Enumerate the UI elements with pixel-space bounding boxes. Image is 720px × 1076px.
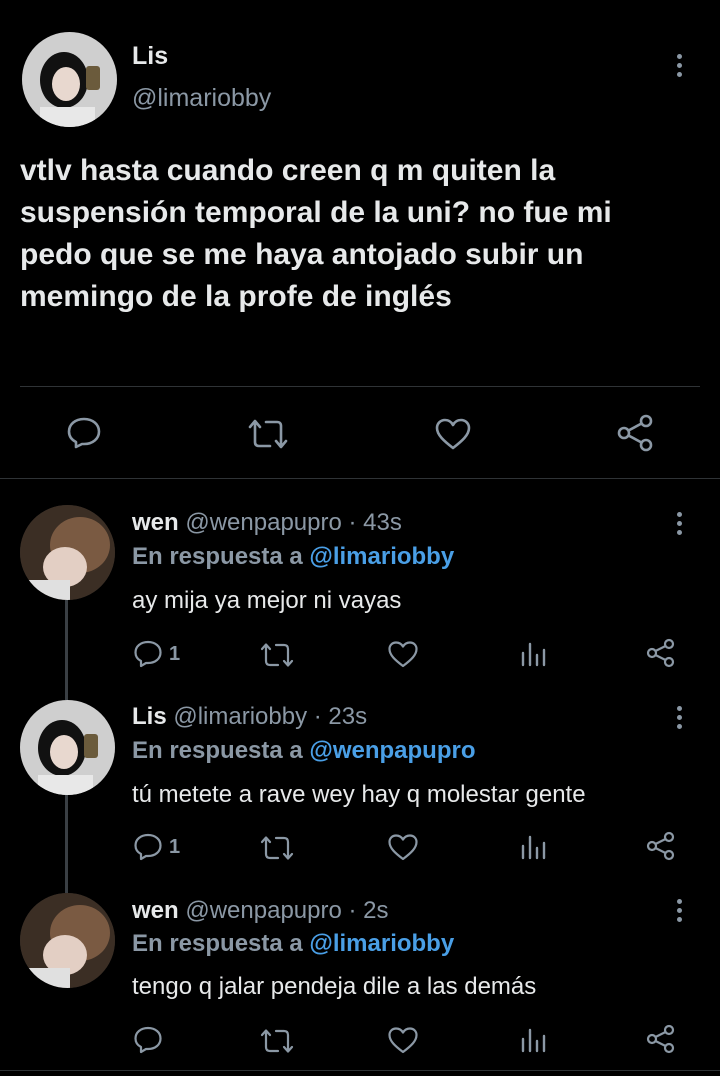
share-button[interactable] bbox=[646, 831, 676, 861]
reply-icon bbox=[134, 833, 162, 861]
tweet-text-line: vtlv hasta cuando creen q m quiten la bbox=[20, 154, 556, 187]
handle[interactable]: @wenpapupro bbox=[185, 509, 341, 536]
like-button[interactable] bbox=[434, 417, 472, 451]
share-icon bbox=[646, 1024, 675, 1054]
timestamp[interactable]: · 23s bbox=[314, 703, 367, 730]
replying-to-handle[interactable]: @limariobby bbox=[309, 543, 454, 570]
replying-to-label: En respuesta a bbox=[132, 543, 303, 570]
avatar[interactable] bbox=[20, 505, 115, 600]
reply-count: 1 bbox=[169, 642, 181, 665]
tweet-text-line: pedo que se me haya antojado subir un bbox=[20, 238, 584, 271]
reply-header: wen @wenpapupro · 2s bbox=[132, 897, 389, 925]
retweet-button[interactable] bbox=[259, 642, 295, 668]
divider bbox=[0, 1070, 720, 1071]
handle[interactable]: @wenpapupro bbox=[185, 897, 341, 924]
tweet-text-line: suspensión temporal de la uni? no fue mi bbox=[20, 196, 612, 229]
like-icon bbox=[388, 834, 418, 861]
reply-text: tengo q jalar pendeja dile a las demás bbox=[132, 973, 537, 1000]
share-button[interactable] bbox=[616, 414, 656, 452]
replying-to-label: En respuesta a bbox=[132, 737, 303, 764]
avatar[interactable] bbox=[22, 32, 117, 127]
handle[interactable]: @limariobby bbox=[132, 84, 271, 113]
more-options-icon[interactable] bbox=[677, 899, 683, 926]
share-button[interactable] bbox=[646, 1024, 676, 1054]
like-icon bbox=[388, 641, 418, 668]
display-name[interactable]: wen bbox=[132, 897, 179, 924]
retweet-button[interactable] bbox=[259, 1028, 295, 1054]
retweet-icon bbox=[260, 643, 294, 667]
avatar[interactable] bbox=[20, 893, 115, 988]
reply-icon bbox=[134, 1026, 162, 1054]
share-icon bbox=[617, 414, 653, 452]
analytics-icon bbox=[521, 1028, 546, 1053]
reply-button[interactable] bbox=[66, 416, 102, 450]
retweet-icon bbox=[260, 1029, 294, 1053]
reply-count: 1 bbox=[169, 835, 181, 858]
share-icon bbox=[646, 638, 675, 668]
replying-to-label: En respuesta a bbox=[132, 930, 303, 957]
timestamp[interactable]: · 2s bbox=[349, 897, 389, 924]
reply-icon bbox=[134, 640, 162, 668]
analytics-icon bbox=[521, 835, 546, 860]
share-button[interactable] bbox=[646, 638, 676, 668]
retweet-button[interactable] bbox=[259, 835, 295, 861]
display-name[interactable]: wen bbox=[132, 509, 179, 536]
timestamp[interactable]: · 43s bbox=[349, 509, 402, 536]
like-icon bbox=[388, 1027, 418, 1054]
handle[interactable]: @limariobby bbox=[173, 703, 307, 730]
reply-button[interactable] bbox=[133, 1026, 169, 1054]
divider bbox=[0, 478, 720, 479]
analytics-button[interactable] bbox=[520, 1027, 546, 1053]
more-options-icon[interactable] bbox=[677, 54, 683, 81]
more-options-icon[interactable] bbox=[677, 706, 683, 733]
replying-to-handle[interactable]: @limariobby bbox=[309, 930, 454, 957]
display-name[interactable]: Lis bbox=[132, 703, 167, 730]
replying-to-handle[interactable]: @wenpapupro bbox=[309, 737, 475, 764]
reply-button[interactable]: 1 bbox=[133, 833, 180, 861]
like-button[interactable] bbox=[387, 833, 419, 861]
thread-line bbox=[65, 795, 68, 893]
more-options-icon[interactable] bbox=[677, 512, 683, 539]
reply-button[interactable]: 1 bbox=[133, 640, 180, 668]
avatar[interactable] bbox=[20, 700, 115, 795]
reply-icon bbox=[67, 417, 101, 449]
reply-text: ay mija ya mejor ni vayas bbox=[132, 587, 402, 614]
thread-line bbox=[65, 600, 68, 700]
replying-to: En respuesta a @limariobby bbox=[132, 930, 454, 958]
like-icon bbox=[435, 418, 471, 450]
analytics-button[interactable] bbox=[520, 834, 546, 860]
analytics-button[interactable] bbox=[520, 641, 546, 667]
like-button[interactable] bbox=[387, 1026, 419, 1054]
retweet-button[interactable] bbox=[246, 418, 290, 450]
retweet-icon bbox=[248, 419, 288, 449]
share-icon bbox=[646, 831, 675, 861]
replying-to: En respuesta a @wenpapupro bbox=[132, 737, 476, 765]
reply-header: Lis @limariobby · 23s bbox=[132, 703, 367, 731]
retweet-icon bbox=[260, 836, 294, 860]
display-name[interactable]: Lis bbox=[132, 42, 168, 71]
tweet-text: vtlv hasta cuando creen q m quiten la su… bbox=[20, 150, 700, 318]
tweet-text-line: memingo de la profe de inglés bbox=[20, 280, 452, 313]
reply-header: wen @wenpapupro · 43s bbox=[132, 509, 402, 537]
divider bbox=[20, 386, 700, 387]
analytics-icon bbox=[521, 642, 546, 667]
like-button[interactable] bbox=[387, 640, 419, 668]
reply-text: tú metete a rave wey hay q molestar gent… bbox=[132, 781, 586, 808]
replying-to: En respuesta a @limariobby bbox=[132, 543, 454, 571]
